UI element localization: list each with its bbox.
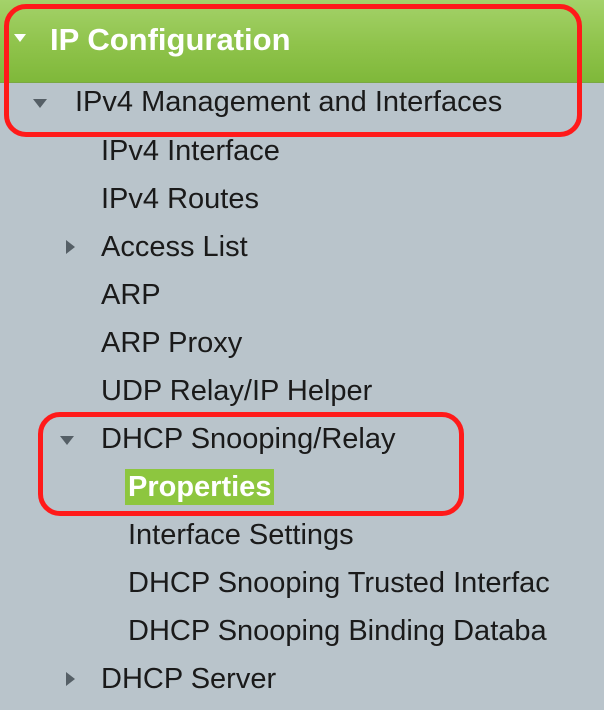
nav-panel: IP Configuration IPv4 Management and Int… (0, 0, 604, 710)
annotation-highlight-dhcp (38, 412, 464, 516)
caret-right-icon (66, 672, 75, 686)
nav-item-label: Access List (101, 231, 248, 263)
nav-item-label: ARP Proxy (101, 327, 243, 359)
nav-subitem-label: DHCP Snooping Trusted Interfac (128, 567, 550, 599)
nav-subitem-label: DHCP Snooping Binding Databa (128, 615, 547, 647)
nav-item-label: IPv4 Routes (101, 183, 259, 215)
caret-right-icon (66, 240, 75, 254)
nav-subitem-label: Interface Settings (128, 519, 354, 551)
nav-item-label: DHCP Server (101, 663, 277, 695)
nav-item-label: ARP (101, 279, 161, 311)
nav-item-label: UDP Relay/IP Helper (101, 375, 373, 407)
annotation-highlight-top (4, 4, 582, 137)
